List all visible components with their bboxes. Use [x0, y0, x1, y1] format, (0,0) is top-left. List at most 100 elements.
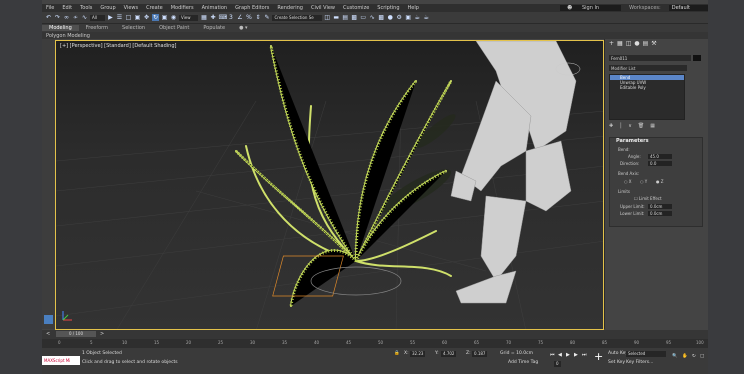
modify-tab-icon[interactable]: ▦: [617, 40, 623, 47]
menu-customize[interactable]: Customize: [339, 5, 373, 11]
current-frame-field[interactable]: 0: [554, 361, 561, 367]
keyboard-shortcut-icon[interactable]: ⌨: [218, 14, 227, 21]
add-time-tag[interactable]: Add Time Tag: [508, 360, 538, 365]
percent-snap-icon[interactable]: %: [245, 14, 252, 21]
menu-views[interactable]: Views: [120, 5, 142, 11]
toggle-ribbon-icon[interactable]: ▭: [360, 14, 367, 21]
remove-modifier-icon[interactable]: 🗑: [638, 123, 644, 129]
lower-limit-field[interactable]: 0.0cm: [648, 211, 672, 216]
play-icon[interactable]: ▶: [566, 352, 572, 358]
select-object-icon[interactable]: ▶: [107, 14, 114, 21]
bind-space-warp-icon[interactable]: ∿: [81, 14, 88, 21]
tab-modeling[interactable]: Modeling: [42, 25, 79, 31]
menu-rendering[interactable]: Rendering: [273, 5, 307, 11]
direction-field[interactable]: 0.0: [648, 161, 672, 166]
goto-end-icon[interactable]: ⏭: [582, 352, 588, 358]
tab-object-paint[interactable]: Object Paint: [152, 25, 196, 31]
menu-animation[interactable]: Animation: [198, 5, 232, 11]
key-set-dropdown[interactable]: Selected: [626, 351, 666, 357]
window-crossing-icon[interactable]: ▣: [134, 14, 141, 21]
place-icon[interactable]: ◉: [170, 14, 177, 21]
time-next-icon[interactable]: >: [100, 331, 104, 337]
workspace-dropdown[interactable]: Default: [668, 5, 708, 11]
angle-snap-icon[interactable]: ∠: [236, 14, 243, 21]
link-icon[interactable]: ∞: [63, 14, 70, 21]
axis-z-radio[interactable]: ● Z: [656, 179, 664, 184]
next-frame-icon[interactable]: ▶: [574, 352, 580, 358]
menu-graph-editors[interactable]: Graph Editors: [231, 5, 273, 11]
unlink-icon[interactable]: ≁: [72, 14, 79, 21]
viewport-layout-icon[interactable]: [44, 315, 53, 324]
menu-modifiers[interactable]: Modifiers: [167, 5, 198, 11]
render-setup-icon[interactable]: ⚙: [396, 14, 403, 21]
pivot-icon[interactable]: ▦: [200, 14, 207, 21]
menu-help[interactable]: Help: [404, 5, 423, 11]
hierarchy-tab-icon[interactable]: ◫: [626, 40, 632, 47]
display-tab-icon[interactable]: ▤: [643, 40, 649, 47]
parameters-title[interactable]: Parameters: [610, 138, 702, 145]
motion-tab-icon[interactable]: ●: [634, 40, 639, 47]
reference-coord-dropdown[interactable]: View: [178, 14, 199, 21]
make-unique-icon[interactable]: ∨: [628, 123, 632, 129]
maxscript-listener[interactable]: MAXScript Mi: [42, 356, 80, 365]
stack-item-editable-poly[interactable]: Editable Poly: [610, 85, 684, 90]
toggle-layer-explorer-icon[interactable]: ▩: [351, 14, 358, 21]
select-manipulate-icon[interactable]: ✚: [209, 14, 216, 21]
y-coordinate-field[interactable]: 4.702: [441, 351, 457, 357]
goto-start-icon[interactable]: ⏮: [550, 352, 556, 358]
time-slider[interactable]: 0 / 100: [56, 331, 96, 337]
zoom-icon[interactable]: 🔍: [672, 354, 678, 359]
orbit-icon[interactable]: ↻: [692, 354, 696, 359]
polygon-modeling-label[interactable]: Polygon Modeling: [46, 33, 90, 39]
move-icon[interactable]: ✥: [143, 14, 150, 21]
limit-effect-checkbox[interactable]: ☐ Limit Effect: [634, 196, 662, 201]
rendered-frame-window-icon[interactable]: ▣: [405, 14, 412, 21]
pin-stack-icon[interactable]: ✚: [609, 123, 613, 129]
menu-group[interactable]: Group: [96, 5, 119, 11]
key-mode-icon[interactable]: +: [594, 350, 603, 363]
spinner-snap-icon[interactable]: ⇕: [254, 14, 261, 21]
edit-named-selection-icon[interactable]: ✎: [263, 14, 270, 21]
create-tab-icon[interactable]: +: [609, 40, 614, 47]
tab-populate[interactable]: Populate: [196, 25, 232, 31]
key-filters-button[interactable]: Key Filters...: [626, 360, 653, 365]
menu-scripting[interactable]: Scripting: [373, 5, 403, 11]
selection-filter-dropdown[interactable]: All: [90, 14, 105, 21]
object-color-swatch[interactable]: [693, 55, 701, 61]
render-iterative-icon[interactable]: ☕: [423, 14, 430, 21]
rect-selection-icon[interactable]: □: [125, 14, 132, 21]
viewport-label[interactable]: [+] [Perspective] [Standard] [Default Sh…: [60, 43, 176, 49]
upper-limit-field[interactable]: 0.0cm: [648, 204, 672, 209]
select-by-name-icon[interactable]: ☰: [116, 14, 123, 21]
lock-selection-icon[interactable]: 🔒: [394, 351, 400, 356]
menu-tools[interactable]: Tools: [76, 5, 96, 11]
named-selection-dropdown[interactable]: Create Selection Se: [272, 14, 322, 21]
set-key-button[interactable]: Set Key: [608, 360, 625, 365]
object-name-field[interactable]: Fern011: [609, 55, 691, 61]
snaps-toggle-icon[interactable]: 3: [227, 14, 234, 21]
axis-x-radio[interactable]: ○ X: [624, 179, 632, 184]
schematic-view-icon[interactable]: ▩: [378, 14, 385, 21]
tab-freeform[interactable]: Freeform: [79, 25, 115, 31]
undo-icon[interactable]: ↶: [45, 14, 52, 21]
rotate-icon[interactable]: ↻: [151, 14, 159, 21]
modifier-list-dropdown[interactable]: Modifier List: [609, 65, 687, 71]
menu-file[interactable]: File: [42, 5, 58, 11]
menu-create[interactable]: Create: [142, 5, 167, 11]
time-prev-icon[interactable]: <: [46, 331, 50, 337]
track-bar[interactable]: 0 5 10 15 20 25 30 35 40 45 50 55 60 65 …: [42, 339, 708, 348]
scale-icon[interactable]: ▣: [161, 14, 168, 21]
curve-editor-icon[interactable]: ∿: [369, 14, 376, 21]
align-icon[interactable]: ▬: [333, 14, 340, 21]
utilities-tab-icon[interactable]: ⚒: [651, 40, 656, 47]
tab-selection[interactable]: Selection: [115, 25, 152, 31]
x-coordinate-field[interactable]: 32.23: [410, 351, 426, 357]
menu-edit[interactable]: Edit: [58, 5, 76, 11]
axis-y-radio[interactable]: ○ Y: [640, 179, 647, 184]
configure-sets-icon[interactable]: ▦: [650, 123, 655, 129]
angle-field[interactable]: 45.0: [648, 154, 672, 159]
perspective-viewport[interactable]: [+] [Perspective] [Standard] [Default Sh…: [55, 40, 604, 330]
mirror-icon[interactable]: ◫: [324, 14, 331, 21]
render-production-icon[interactable]: ☕: [414, 14, 421, 21]
z-coordinate-field[interactable]: 0.187: [472, 351, 488, 357]
